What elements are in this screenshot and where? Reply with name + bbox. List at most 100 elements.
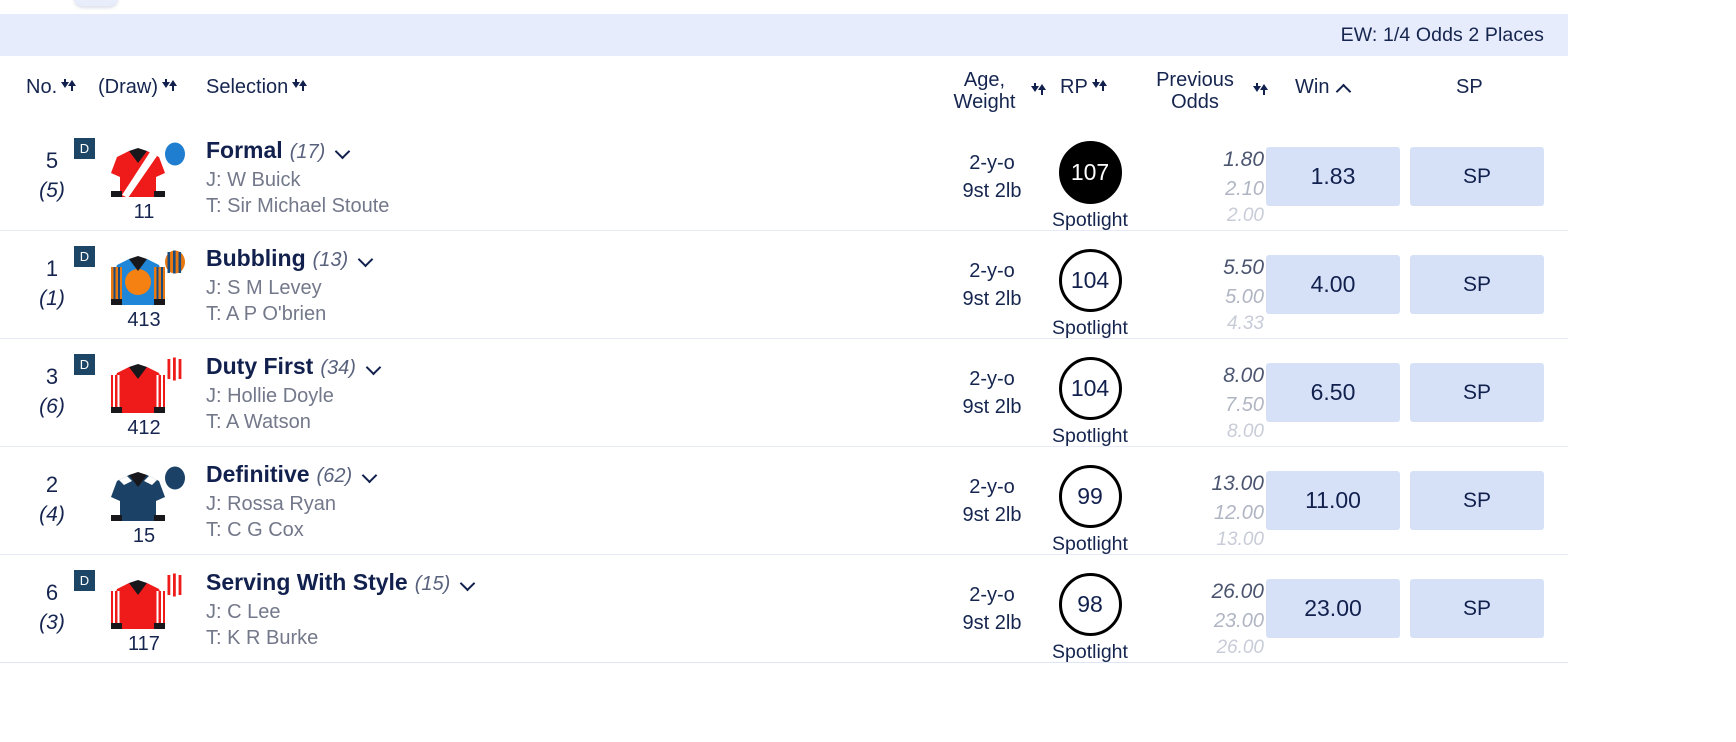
trainer-name: T: A Watson	[206, 411, 311, 433]
declared-badge: D	[74, 570, 95, 591]
spotlight-label[interactable]: Spotlight	[1046, 425, 1134, 448]
previous-odds-value: 2.00	[1227, 205, 1264, 227]
sort-icon[interactable]	[1031, 82, 1046, 100]
rp-rating-badge: 98	[1058, 573, 1122, 636]
or-rating: (17)	[289, 141, 326, 163]
age-weight-cell: 2-y-o 9st 2lb	[940, 365, 1044, 421]
horse-name-row[interactable]: Formal (17)	[206, 137, 389, 164]
column-header-previous-odds[interactable]: Previous Odds	[1141, 69, 1268, 114]
age-weight-cell: 2-y-o 9st 2lb	[940, 257, 1044, 313]
jockey-name: J: Rossa Ryan	[206, 493, 337, 515]
spotlight-label[interactable]: Spotlight	[1046, 533, 1134, 556]
rp-rating-cell: 99 Spotlight	[1046, 465, 1134, 556]
runner-number: 3	[45, 364, 59, 389]
each-way-terms-banner: EW: 1/4 Odds 2 Places	[0, 14, 1568, 56]
runner-number-cell: 6 (3)	[26, 577, 78, 638]
previous-odds-cell: 8.00 7.50 8.00	[1140, 361, 1264, 446]
table-header-row: No. (Draw) Selection Age, Weight RP Prev…	[0, 56, 1568, 124]
runner-draw: (5)	[39, 179, 65, 203]
previous-odds-cell: 1.80 2.10 2.00	[1140, 145, 1264, 230]
runner-weight: 9st 2lb	[962, 288, 1022, 310]
sp-odds-button[interactable]: SP	[1410, 147, 1544, 206]
form-figures: 15	[132, 525, 156, 547]
declared-badge: D	[74, 138, 95, 159]
runner-draw: (1)	[39, 287, 65, 311]
chevron-down-icon[interactable]	[334, 146, 351, 158]
rp-rating-badge: 107	[1058, 141, 1122, 204]
selection-cell: Formal (17) J: W Buick T: Sir Michael St…	[206, 137, 389, 218]
horse-name-row[interactable]: Bubbling (13)	[206, 245, 374, 272]
runner-number-cell: 2 (4)	[26, 469, 78, 530]
rp-rating-badge: 99	[1058, 465, 1122, 528]
horse-name-row[interactable]: Serving With Style (15)	[206, 569, 476, 596]
previous-odds-value: 4.33	[1227, 313, 1264, 335]
or-rating: (34)	[320, 357, 356, 379]
sp-odds-button[interactable]: SP	[1410, 255, 1544, 314]
sort-icon[interactable]	[1091, 78, 1107, 96]
chevron-down-icon[interactable]	[357, 254, 374, 266]
declared-badge: D	[74, 246, 95, 267]
chevron-down-icon[interactable]	[361, 470, 378, 482]
win-odds-button[interactable]: 11.00	[1266, 471, 1400, 530]
sort-icon[interactable]	[292, 78, 308, 96]
runner-number: 6	[45, 580, 59, 605]
silks-icon	[103, 247, 185, 309]
sort-icon[interactable]	[1253, 82, 1268, 100]
column-header-draw[interactable]: (Draw)	[98, 76, 177, 98]
runner-age: 2-y-o	[969, 260, 1015, 282]
selection-cell: Bubbling (13) J: S M Levey T: A P O'brie…	[206, 245, 374, 326]
column-header-rp[interactable]: RP	[1060, 76, 1107, 98]
previous-odds-value: 5.00	[1225, 285, 1264, 308]
spotlight-label[interactable]: Spotlight	[1046, 317, 1134, 340]
previous-odds-value: 8.00	[1227, 421, 1264, 443]
previous-odds-value: 2.10	[1225, 177, 1264, 200]
sort-icon[interactable]	[61, 78, 77, 96]
selection-cell: Serving With Style (15) J: C Lee T: K R …	[206, 569, 476, 650]
column-header-draw-label: (Draw)	[98, 76, 158, 98]
age-weight-cell: 2-y-o 9st 2lb	[940, 149, 1044, 205]
spotlight-label[interactable]: Spotlight	[1046, 209, 1134, 232]
runner-weight: 9st 2lb	[962, 396, 1022, 418]
jockey-name: J: Hollie Doyle	[206, 385, 334, 407]
table-row[interactable]: 1 (1) D 413 Bubbling (13) J: S M Levey T…	[0, 231, 1568, 339]
selection-cell: Definitive (62) J: Rossa Ryan T: C G Cox	[206, 461, 378, 542]
previous-odds-value: 13.00	[1216, 529, 1264, 551]
horse-name-row[interactable]: Duty First (34)	[206, 353, 382, 380]
runner-draw: (3)	[39, 611, 65, 635]
chevron-down-icon[interactable]	[459, 578, 476, 590]
chevron-down-icon[interactable]	[365, 362, 382, 374]
column-header-age-weight-label: Age, Weight	[953, 69, 1016, 114]
sp-odds-button[interactable]: SP	[1410, 579, 1544, 638]
runner-number: 2	[45, 472, 59, 497]
rp-rating-cell: 107 Spotlight	[1046, 141, 1134, 232]
win-odds-button[interactable]: 6.50	[1266, 363, 1400, 422]
runner-age: 2-y-o	[969, 584, 1015, 606]
column-header-sp[interactable]: SP	[1456, 76, 1483, 98]
win-odds-button[interactable]: 4.00	[1266, 255, 1400, 314]
or-rating: (62)	[316, 465, 353, 487]
win-odds-button[interactable]: 23.00	[1266, 579, 1400, 638]
rp-rating-badge: 104	[1058, 357, 1122, 420]
silks-icon	[103, 571, 185, 633]
column-header-number[interactable]: No.	[26, 76, 77, 98]
chevron-up-icon[interactable]	[1336, 79, 1352, 95]
column-header-selection[interactable]: Selection	[206, 76, 308, 98]
previous-odds-value: 5.50	[1223, 256, 1264, 279]
sp-odds-button[interactable]: SP	[1410, 471, 1544, 530]
trainer-name: T: Sir Michael Stoute	[206, 195, 390, 217]
spotlight-label[interactable]: Spotlight	[1046, 641, 1134, 664]
table-row[interactable]: 5 (5) D 11 Formal (17) J: W Buick T: Sir…	[0, 123, 1568, 231]
horse-name: Duty First	[206, 353, 314, 379]
sp-odds-button[interactable]: SP	[1410, 363, 1544, 422]
column-header-win[interactable]: Win	[1295, 76, 1352, 98]
rp-rating-cell: 104 Spotlight	[1046, 249, 1134, 340]
sort-icon[interactable]	[162, 78, 177, 96]
table-row[interactable]: 3 (6) D 412 Duty First (34) J: Hollie Do…	[0, 339, 1568, 447]
table-row[interactable]: 2 (4) 15 Definitive (62) J: Rossa Ryan T…	[0, 447, 1568, 555]
win-odds-button[interactable]: 1.83	[1266, 147, 1400, 206]
previous-odds-value: 26.00	[1211, 580, 1264, 603]
trainer-name: T: K R Burke	[206, 627, 319, 649]
table-row[interactable]: 6 (3) D 117 Serving With Style (15) J: C…	[0, 555, 1568, 663]
column-header-age-weight[interactable]: Age, Weight	[942, 69, 1046, 114]
horse-name-row[interactable]: Definitive (62)	[206, 461, 378, 488]
